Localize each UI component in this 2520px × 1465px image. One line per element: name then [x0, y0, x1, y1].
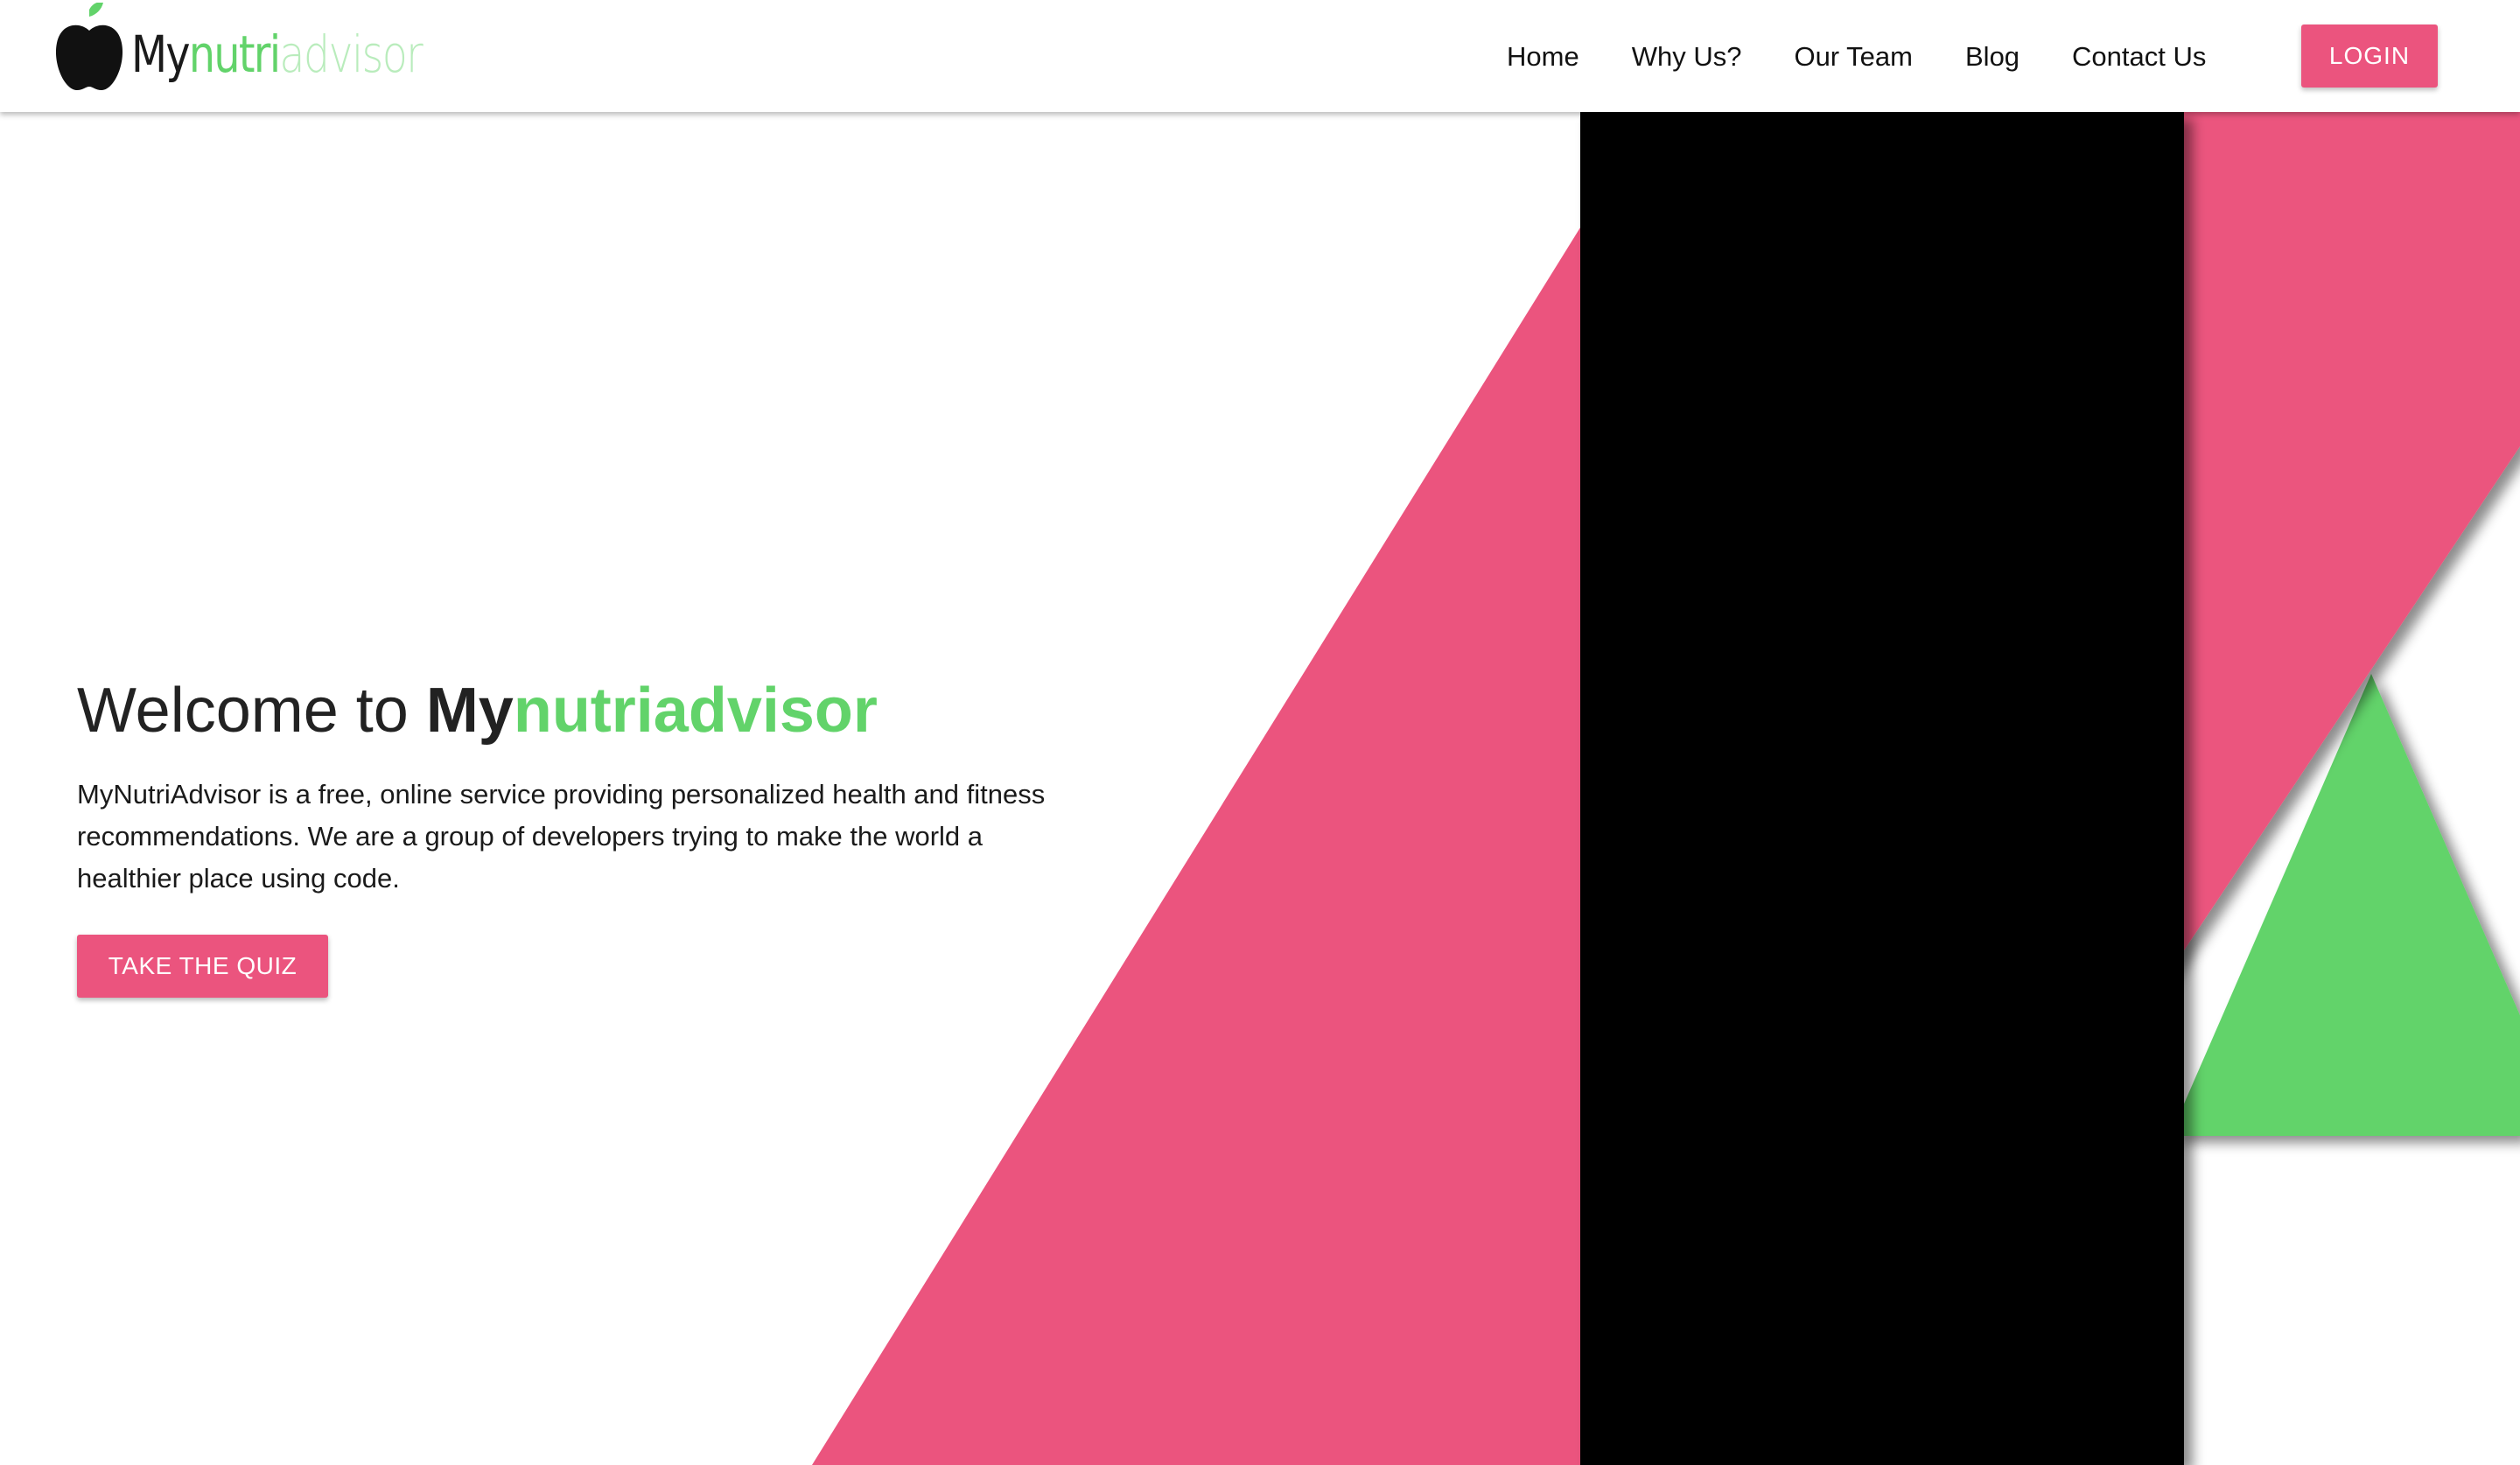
nav-item-why-us[interactable]: Why Us? — [1632, 43, 1742, 70]
nav-item-home[interactable]: Home — [1507, 43, 1579, 70]
brand-name: Mynutriadvisor — [131, 29, 424, 80]
page: Mynutriadvisor Home Why Us? Our Team Blo… — [0, 0, 2520, 1465]
hero-title-brand-my: My — [425, 676, 514, 746]
nav-item-blog[interactable]: Blog — [1965, 43, 2020, 70]
navbar: Mynutriadvisor Home Why Us? Our Team Blo… — [0, 0, 2520, 112]
black-column-shape — [1580, 112, 2184, 1465]
brand-name-nutri: nutri — [188, 25, 281, 84]
brand-logo-link[interactable]: Mynutriadvisor — [54, 0, 486, 96]
brand-name-advisor: advisor — [279, 25, 423, 84]
take-quiz-button[interactable]: TAKE THE QUIZ — [77, 935, 328, 998]
brand-name-my: My — [131, 25, 191, 84]
apple-icon — [55, 3, 123, 91]
nav-item-our-team[interactable]: Our Team — [1794, 43, 1913, 70]
hero-title-brand-nutriadvisor: nutriadvisor — [513, 676, 878, 746]
hero-title: Welcome to Mynutriadvisor — [77, 679, 1074, 742]
login-button[interactable]: LOGIN — [2301, 25, 2438, 88]
hero-section: Welcome to Mynutriadvisor MyNutriAdvisor… — [77, 679, 1074, 998]
nav-item-contact-us[interactable]: Contact Us — [2072, 43, 2206, 70]
main-nav: Home Why Us? Our Team Blog Contact Us — [1507, 0, 2258, 112]
hero-title-prefix: Welcome to — [77, 676, 426, 746]
hero-description: MyNutriAdvisor is a free, online service… — [77, 779, 1046, 894]
